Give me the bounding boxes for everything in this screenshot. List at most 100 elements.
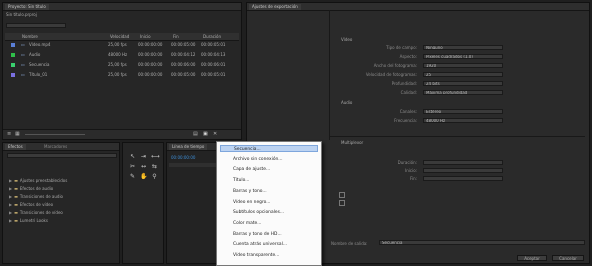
folder-icon: ▬ [14,186,18,191]
setting-value-field[interactable]: Máxima profundidad [423,90,503,95]
context-menu-item[interactable]: Vídeo transparente... [220,252,318,259]
effects-tree-folder[interactable]: ▶ ▬ Transiciones de vídeo [9,209,63,216]
list-view-icon[interactable]: ≡ [7,131,11,137]
razor-tool-icon[interactable]: ✂ [129,163,136,170]
setting-value-field[interactable]: 1920 [423,63,503,68]
setting-value-field[interactable]: Ninguno [423,45,503,50]
output-name-field[interactable]: Secuencia [379,240,585,245]
effects-tree-folder[interactable]: ▶ ▬ Efectos de vídeo [9,201,53,208]
context-menu-item[interactable]: Secuencia... [220,145,318,152]
project-item-row[interactable]: ▭ Título_01 25,00 fps 00:00:00:00 00:00:05:0… [5,71,239,79]
setting-label: Aspecto: [399,54,417,59]
project-item-cell: 00:00:06:01 [201,62,226,67]
effects-tree-folder[interactable]: ▶ ▬ Lumetri Looks [9,217,48,224]
delete-icon[interactable]: ✕ [213,131,217,137]
settings-tabbar: Ajustes de exportación [247,3,589,11]
context-menu-item[interactable]: Barras y tono de HD... [220,231,318,238]
setting-value-field[interactable]: Estéreo [423,109,503,114]
effects-tree-folder[interactable]: ▶ ▬ Efectos de audio [9,185,53,192]
effects-tree-folder[interactable]: ▶ ▬ Transiciones de audio [9,193,63,200]
expand-triangle-icon[interactable]: ▶ [9,186,12,191]
setting-value-field[interactable]: 24 bits [423,81,503,86]
slip-tool-icon[interactable]: ↔ [140,163,147,170]
section-video-heading: Vídeo [341,37,353,42]
project-item-cell: 00:00:00:00 [138,62,163,67]
zoom-tool-icon[interactable]: ⚲ [151,173,158,180]
tab-effects[interactable]: Efectos [5,144,26,150]
tab-timeline[interactable]: Línea de tiempo [169,144,208,150]
setting-label: Inicio: [405,168,417,173]
setting-value-field[interactable] [423,176,503,181]
project-search-input[interactable] [6,23,66,28]
ripple-edit-tool-icon[interactable]: ⟷ [151,153,160,160]
context-menu-item[interactable]: Barras y tono... [220,188,318,195]
setting-value-field[interactable]: 25 [423,72,503,77]
project-item-cell: 00:00:05:00 [171,72,196,77]
project-item-row[interactable]: ▭ Secuencia 25,00 fps 00:00:00:00 00:00:06:0… [5,61,239,69]
project-item-cell: 00:00:06:00 [171,62,196,67]
tab-project[interactable]: Proyecto: Sin título [5,4,49,10]
ok-button[interactable]: Aceptar [517,255,547,261]
column-rate[interactable]: Velocidad [110,33,129,40]
expand-triangle-icon[interactable]: ▶ [9,202,12,207]
setting-label: Tipo de campo: [386,45,417,50]
setting-value-field[interactable]: 48000 Hz [423,118,503,123]
setting-value-field[interactable] [423,168,503,173]
column-name[interactable]: Nombre [22,33,38,40]
project-item-cell: 00:00:04:12 [171,52,196,57]
context-menu-item[interactable]: Subtítulos opcionales... [220,209,318,216]
zoom-slider[interactable] [25,134,85,135]
context-menu-item[interactable]: Color mate... [220,220,318,227]
hand-tool-icon[interactable]: ✋ [140,173,147,180]
project-item-row[interactable]: ▭ Vídeo.mp4 25,00 fps 00:00:00:00 00:00:05:0… [5,41,239,49]
effects-tree-folder[interactable]: ▶ ▬ Ajustes preestablecidos [9,177,67,184]
column-duration[interactable]: Duración [203,33,221,40]
timeline-timecode: 00:00:00:00 [171,155,196,160]
context-menu-item[interactable]: Capa de ajuste... [220,166,318,173]
setting-value-field[interactable] [423,160,503,165]
expand-triangle-icon[interactable]: ▶ [9,210,12,215]
track-select-tool-icon[interactable]: ⇥ [140,153,147,160]
tab-markers[interactable]: Marcadores [41,144,71,150]
context-menu-item[interactable]: Archivo sin conexión... [220,156,318,163]
folder-icon: ▬ [14,194,18,199]
effects-tree-label: Efectos de vídeo [19,202,54,207]
folder-icon: ▬ [14,202,18,207]
pen-tool-icon[interactable]: ✎ [129,173,136,180]
setting-label: Fin: [409,176,417,181]
project-item-cell: 25,00 fps [108,42,127,47]
context-menu-item[interactable]: Vídeo en negro... [220,199,318,206]
icon-view-icon[interactable]: ▦ [15,131,20,137]
expand-triangle-icon[interactable]: ▶ [9,218,12,223]
tab-export-settings[interactable]: Ajustes de exportación [249,4,301,10]
clip-icon: ▭ [21,72,25,77]
checkbox-row-1[interactable] [339,192,345,198]
settings-divider [329,10,330,140]
effects-tree-label: Efectos de audio [19,186,54,191]
checkbox-row-2[interactable] [339,200,345,206]
selection-tool-icon[interactable]: ↖ [129,153,136,160]
project-item-row[interactable]: ▭ Audio 48000 Hz 00:00:00:00 00:00:04:12 00:0… [5,51,239,59]
expand-triangle-icon[interactable]: ▶ [9,178,12,183]
context-menu-item[interactable]: Título... [220,177,318,184]
setting-value-field[interactable]: Píxeles cuadrados (1,0) [423,54,503,59]
new-bin-icon[interactable]: ▤ [193,131,198,137]
project-item-cell: 00:00:05:01 [201,72,226,77]
project-item-name: Secuencia [29,62,50,67]
project-panel: Proyecto: Sin título Sin título.prproj N… [2,2,242,140]
new-item-icon[interactable]: ▣ [203,131,208,137]
project-columns-header: Nombre Velocidad Inicio Fin Duración [5,33,239,41]
label-color-swatch [11,53,15,57]
project-item-cell: 00:00:04:13 [201,52,226,57]
effects-search-input[interactable] [7,153,117,158]
project-item-cell: 25,00 fps [108,72,127,77]
column-end[interactable]: Fin [173,33,179,40]
context-menu-item[interactable]: Cuenta atrás universal... [220,241,318,248]
expand-triangle-icon[interactable]: ▶ [9,194,12,199]
cancel-button[interactable]: Cancelar [552,255,584,261]
setting-label: Ancho del fotograma: [373,63,417,68]
project-item-name: Audio [29,52,41,57]
column-start[interactable]: Inicio [140,33,151,40]
slide-tool-icon[interactable]: ⇆ [151,163,158,170]
label-color-swatch [11,63,15,67]
